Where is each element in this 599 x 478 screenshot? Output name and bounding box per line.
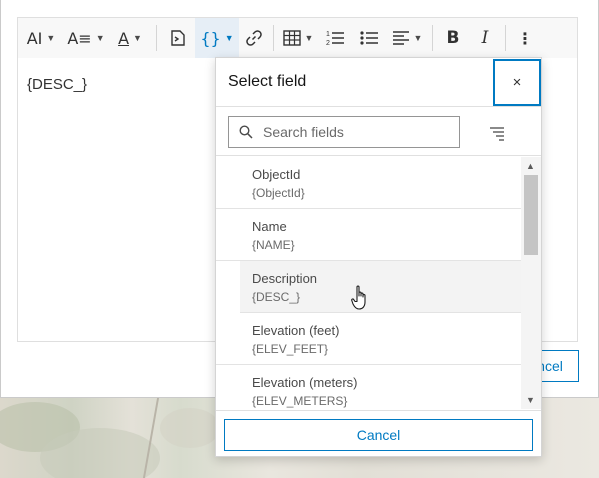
- link-icon: [246, 30, 262, 46]
- chevron-down-icon: ▼: [133, 33, 142, 43]
- editor-text: {DESC_}: [27, 76, 88, 93]
- text-style-icon: A≡: [67, 28, 92, 48]
- font-size-button[interactable]: AI ▼: [18, 18, 64, 58]
- link-button[interactable]: [239, 18, 269, 58]
- scroll-thumb[interactable]: [524, 175, 538, 255]
- chevron-down-icon: ▼: [46, 33, 56, 43]
- select-field-popover: Select field × ObjectId: [215, 57, 542, 457]
- toolbar-divider: [432, 25, 433, 51]
- field-item-objectid[interactable]: ObjectId {ObjectId}: [216, 157, 521, 209]
- insert-field-button[interactable]: {} ▼: [195, 18, 239, 58]
- font-size-icon: AI: [26, 28, 43, 48]
- italic-button[interactable]: I: [469, 18, 501, 58]
- field-item-elevation-meters[interactable]: Elevation (meters) {ELEV_METERS}: [216, 365, 521, 409]
- svg-text:2: 2: [326, 40, 330, 47]
- font-color-icon: A: [118, 28, 130, 48]
- search-row: [216, 108, 541, 156]
- toolbar-divider: [273, 25, 274, 51]
- text-style-button[interactable]: A≡ ▼: [64, 18, 108, 58]
- field-list: ObjectId {ObjectId} Name {NAME} Descript…: [216, 157, 521, 409]
- chevron-down-icon: ▼: [95, 33, 105, 43]
- field-name: Elevation (feet): [252, 323, 340, 338]
- chevron-down-icon: ▼: [413, 33, 423, 43]
- chevron-down-icon: ▼: [304, 33, 314, 43]
- field-list-scrollbar[interactable]: ▲ ▼: [521, 157, 541, 409]
- more-options-button[interactable]: ⋮: [510, 18, 540, 58]
- field-item-name[interactable]: Name {NAME}: [216, 209, 521, 261]
- italic-icon: I: [481, 28, 489, 48]
- bold-button[interactable]: B: [437, 18, 469, 58]
- table-button[interactable]: ▼: [278, 18, 318, 58]
- numbered-list-button[interactable]: 1 2: [318, 18, 352, 58]
- field-code: {ObjectId}: [252, 186, 305, 200]
- search-input[interactable]: [263, 124, 453, 140]
- field-name: Name: [252, 219, 287, 234]
- cancel-button[interactable]: Cancel: [224, 419, 533, 451]
- field-code: {NAME}: [252, 238, 295, 252]
- close-button[interactable]: ×: [493, 59, 541, 106]
- field-code: {ELEV_METERS}: [252, 394, 348, 408]
- table-icon: [282, 30, 301, 46]
- scroll-up-icon[interactable]: ▲: [526, 161, 535, 171]
- popover-title: Select field: [228, 73, 307, 90]
- bulleted-list-button[interactable]: [352, 18, 386, 58]
- insert-expression-button[interactable]: [161, 18, 195, 58]
- bold-icon: B: [446, 28, 460, 48]
- editor-toolbar: AI ▼ A≡ ▼ A ▼ {} ▼ ▼ 1 2 ▼ B I ⋮: [17, 17, 578, 59]
- align-button[interactable]: ▼: [386, 18, 428, 58]
- chevron-down-icon: ▼: [224, 33, 234, 43]
- field-name: Elevation (meters): [252, 375, 358, 390]
- svg-text:1: 1: [326, 31, 330, 38]
- more-options-icon: ⋮: [517, 28, 533, 48]
- field-name: ObjectId: [252, 167, 301, 182]
- sort-icon: [490, 127, 504, 141]
- field-code: {ELEV_FEET}: [252, 342, 329, 356]
- numbered-list-icon: 1 2: [326, 31, 344, 47]
- insert-field-icon: {}: [200, 28, 221, 48]
- search-box: [228, 116, 460, 148]
- sort-filter-button[interactable]: [486, 122, 508, 144]
- align-left-icon: [392, 31, 409, 45]
- popover-footer: Cancel: [216, 410, 541, 456]
- font-color-button[interactable]: A ▼: [108, 18, 152, 58]
- field-name: Description: [252, 271, 318, 286]
- close-icon: ×: [512, 74, 522, 91]
- popover-header: Select field ×: [216, 58, 541, 107]
- toolbar-divider: [156, 25, 157, 51]
- insert-expression-icon: [171, 30, 185, 46]
- toolbar-divider: [505, 25, 506, 51]
- field-item-elevation-feet[interactable]: Elevation (feet) {ELEV_FEET}: [216, 313, 521, 365]
- bulleted-list-icon: [360, 31, 378, 45]
- hand-cursor-icon: [351, 285, 366, 310]
- scroll-down-icon[interactable]: ▼: [526, 395, 535, 405]
- field-code: {DESC_}: [252, 290, 301, 304]
- search-icon: [229, 125, 263, 139]
